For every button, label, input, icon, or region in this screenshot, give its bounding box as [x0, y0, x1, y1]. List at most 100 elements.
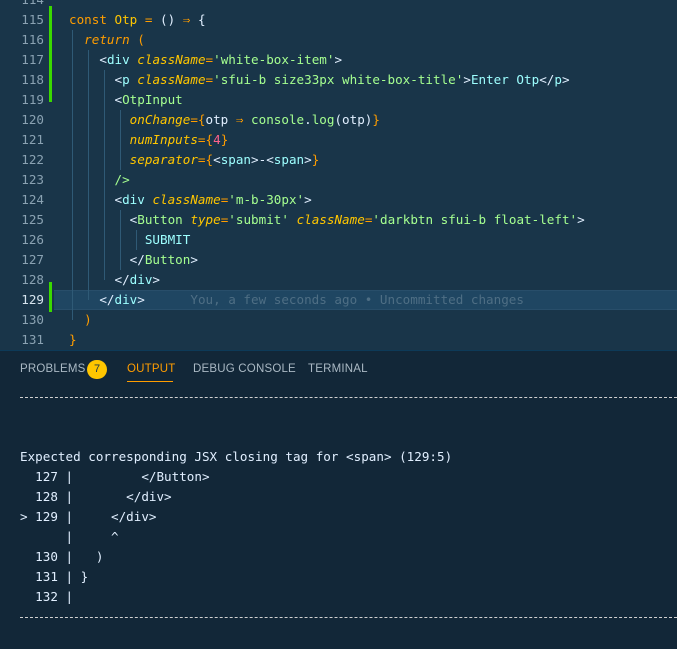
code-token: > [137, 292, 145, 307]
code-token: ) [84, 312, 92, 327]
code-line[interactable]: 124 <div className='m-b-30px'> [0, 190, 677, 210]
code-line[interactable]: 118 <p className='sfui-b size33px white-… [0, 70, 677, 90]
code-line[interactable]: 116 return ( [0, 30, 677, 50]
code-line[interactable]: 129 </div> You, a few seconds ago • Unco… [0, 290, 677, 310]
line-number: 130 [21, 312, 44, 327]
line-number: 123 [21, 172, 44, 187]
code-line[interactable]: 123 /> [0, 170, 677, 190]
code-line[interactable]: 117 <div className='white-box-item'> [0, 50, 677, 70]
code-line[interactable]: 122 separator={<span>-<span>} [0, 150, 677, 170]
code-token: log [311, 112, 335, 127]
code-token: className [137, 72, 206, 87]
code-token: numInputs [129, 132, 198, 147]
line-number: 117 [21, 52, 44, 67]
code-line[interactable]: 127 </Button> [0, 250, 677, 270]
code-token: </ [539, 72, 555, 87]
code-token: p [554, 72, 562, 87]
code-token: } [69, 332, 77, 347]
tab-terminal[interactable]: TERMINAL [308, 363, 368, 375]
code-frame-line: 132 | [20, 589, 74, 604]
code-line[interactable]: 115 const Otp = () ⇒ { [0, 10, 677, 30]
code-token: </ [99, 292, 115, 307]
line-number: 125 [21, 212, 44, 227]
line-number: 119 [21, 92, 44, 107]
code-token: 4 [213, 132, 221, 147]
code-editor[interactable]: 114115const Otp = () ⇒ {116 return (117 … [0, 0, 677, 350]
code-token: < [114, 72, 123, 87]
code-token: Enter Otp [470, 72, 540, 87]
code-line[interactable]: 121 numInputs={4} [0, 130, 677, 150]
code-text: <p className='sfui-b size33px white-box-… [69, 70, 570, 90]
line-number: 118 [21, 72, 44, 87]
code-token: > [304, 152, 312, 167]
code-token: (otp) [334, 112, 373, 127]
code-text: <OtpInput [69, 90, 183, 110]
code-line[interactable]: 120 onChange={otp ⇒ console.log(otp)} [0, 110, 677, 130]
code-token: p [122, 72, 130, 87]
code-text: <div className='white-box-item'> [69, 50, 342, 70]
code-text: <div className='m-b-30px'> [69, 190, 312, 210]
code-line[interactable]: 125 <Button type='submit' className='dar… [0, 210, 677, 230]
code-token: separator [129, 152, 198, 167]
code-token: </ [129, 252, 145, 267]
code-token: console [251, 112, 305, 127]
code-frame-line: | ^ [20, 529, 119, 544]
code-token: </ [114, 272, 130, 287]
code-text: onChange={otp ⇒ console.log(otp)} [69, 110, 380, 130]
code-token: 'submit' [228, 212, 289, 227]
code-line[interactable]: 128 </div> [0, 270, 677, 290]
code-token: const [69, 12, 115, 27]
code-token: } [311, 152, 320, 167]
line-number: 116 [21, 32, 44, 47]
line-number: 127 [21, 252, 44, 267]
bottom-panel: PROBLEMS 7 OUTPUT DEBUG CONSOLE TERMINAL… [0, 350, 677, 649]
code-token: () [152, 12, 183, 27]
code-line[interactable]: 126 SUBMIT [0, 230, 677, 250]
tab-problems[interactable]: PROBLEMS [20, 363, 86, 375]
code-token: Button [137, 212, 183, 227]
tab-output[interactable]: OUTPUT [127, 363, 175, 375]
code-line[interactable]: 130 ) [0, 310, 677, 330]
code-line[interactable]: 114 [0, 0, 677, 10]
code-token: Otp [114, 12, 138, 27]
output-separator-bottom [20, 617, 677, 618]
code-line[interactable]: 131} [0, 330, 677, 350]
code-text: </div> You, a few seconds ago • Uncommit… [69, 290, 524, 310]
code-token: 'm-b-30px' [228, 192, 305, 207]
line-number: 114 [0, 0, 44, 10]
code-token: > [152, 272, 161, 287]
code-token: > [577, 212, 585, 227]
code-token: > [190, 252, 198, 267]
tab-debug-console[interactable]: DEBUG CONSOLE [193, 363, 296, 375]
code-token: = [205, 52, 214, 67]
code-token: /> [114, 172, 130, 187]
code-text: /> [69, 170, 130, 190]
code-text: <Button type='submit' className='darkbtn… [69, 210, 585, 230]
code-token: > [334, 52, 343, 67]
code-frame-line: 131 | } [20, 569, 89, 584]
code-token: < [114, 192, 123, 207]
code-token: div [114, 292, 138, 307]
code-token: ={ [197, 132, 214, 147]
code-token: Button [144, 252, 191, 267]
code-line[interactable]: 119 <OtpInput [0, 90, 677, 110]
line-number: 120 [21, 112, 44, 127]
code-token: SUBMIT [144, 232, 191, 247]
code-token: span [220, 152, 252, 167]
code-token: onChange [129, 112, 191, 127]
problems-count-badge: 7 [87, 360, 107, 379]
code-token: } [372, 112, 380, 127]
code-token: div [129, 272, 153, 287]
